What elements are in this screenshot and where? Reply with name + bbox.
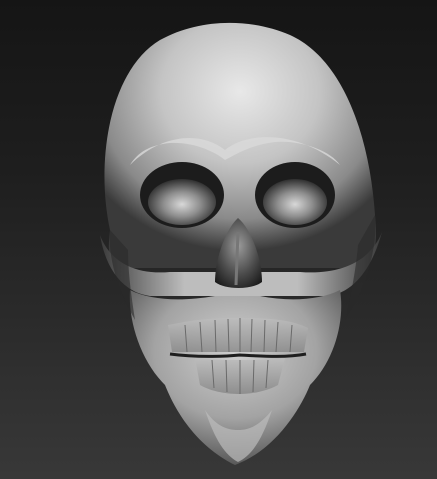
skull-model[interactable] — [0, 0, 437, 479]
left-eye-socket-inner — [148, 179, 216, 225]
sculpt-viewport[interactable] — [0, 0, 437, 479]
right-eye-socket-inner — [263, 179, 327, 225]
upper-teeth — [168, 318, 308, 352]
nasal-septum — [234, 231, 240, 286]
